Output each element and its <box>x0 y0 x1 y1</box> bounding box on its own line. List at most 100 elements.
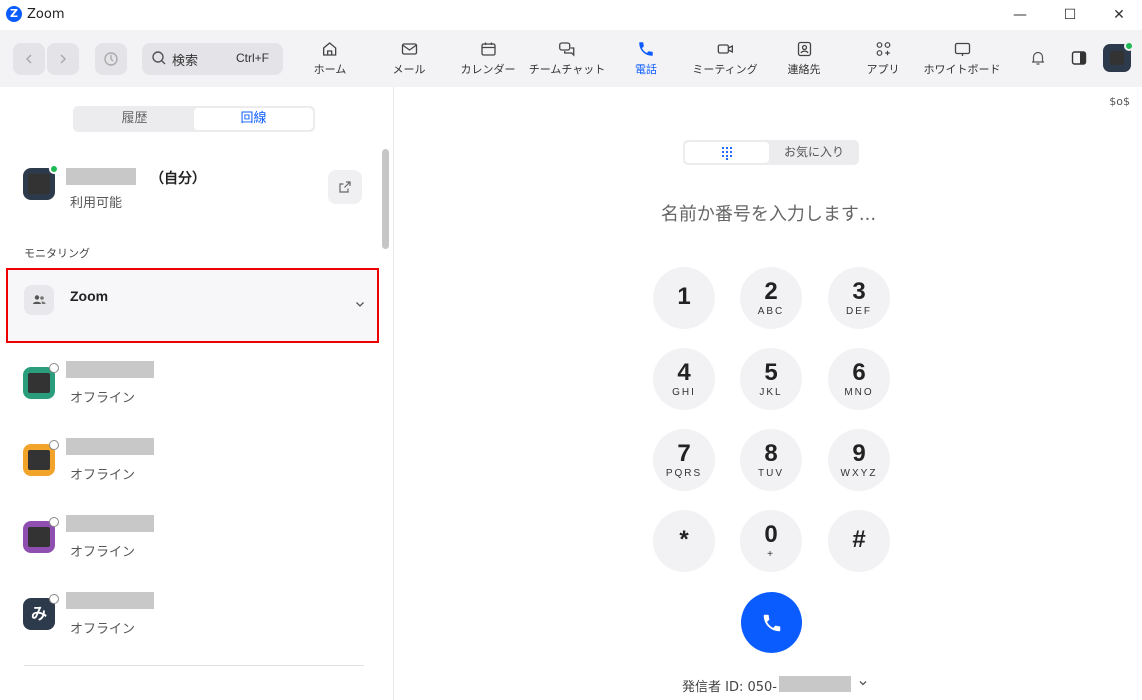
minimize-button[interactable]: — <box>997 0 1043 30</box>
tab-home-label: ホーム <box>313 63 347 76</box>
contact-avatar[interactable]: み <box>23 594 59 630</box>
key-6[interactable]: 6 MNO <box>828 348 890 410</box>
notifications-button[interactable] <box>1024 44 1052 72</box>
contact-avatar[interactable] <box>23 363 59 399</box>
avatar-initial: み <box>30 604 47 623</box>
tab-calendar[interactable]: カレンダー <box>461 38 516 82</box>
available-status-dot <box>49 164 59 174</box>
dialer-panel: $o$ お気に入り 名前か番号を入力します... 1 2 ABC 3 DEF 4 GH… <box>395 87 1142 700</box>
tab-whiteboard-label: ホワイトボード <box>923 63 1001 76</box>
redacted-name <box>66 438 154 455</box>
contact-status: オフライン <box>70 545 136 560</box>
chevron-left-icon <box>25 54 32 64</box>
back-button[interactable] <box>13 43 45 75</box>
key-2[interactable]: 2 ABC <box>740 267 802 329</box>
history-icon <box>104 52 118 66</box>
external-link-icon <box>339 181 351 193</box>
key-0[interactable]: 0 + <box>740 510 802 572</box>
redacted-caller-number <box>779 676 851 692</box>
key-3[interactable]: 3 DEF <box>828 267 890 329</box>
phone-icon <box>763 614 780 631</box>
chevron-right-icon <box>60 54 67 64</box>
offline-status-dot <box>49 440 59 450</box>
offline-status-dot <box>49 517 59 527</box>
settings-badge-icon[interactable]: $o$ <box>1109 95 1130 108</box>
key-hash[interactable]: # <box>828 510 890 572</box>
key-5[interactable]: 5 JKL <box>740 348 802 410</box>
key-star[interactable]: * <box>653 510 715 572</box>
mail-icon <box>401 43 417 55</box>
tab-mail-label: メール <box>392 63 426 76</box>
tab-favorites[interactable]: お気に入り <box>771 142 857 163</box>
bell-icon <box>1032 51 1044 65</box>
side-panel-button[interactable] <box>1065 44 1093 72</box>
video-icon <box>717 44 733 54</box>
group-zoom-row[interactable]: Zoom <box>6 268 379 343</box>
tab-team-chat[interactable]: チームチャット <box>528 38 606 82</box>
close-button[interactable]: ✕ <box>1096 0 1142 30</box>
zoom-logo-icon: Z <box>6 6 22 22</box>
open-external-button[interactable] <box>328 170 362 204</box>
chevron-down-icon[interactable] <box>354 298 366 310</box>
search-box[interactable]: 検索 Ctrl+F <box>142 43 283 75</box>
offline-status-dot <box>49 363 59 373</box>
key-9[interactable]: 9 WXYZ <box>828 429 890 491</box>
group-name: Zoom <box>70 288 109 304</box>
monitoring-heading: モニタリング <box>24 247 90 260</box>
contact-status: オフライン <box>70 391 136 406</box>
chat-icon <box>559 42 575 57</box>
side-panel-icon <box>1071 51 1087 65</box>
chevron-down-icon[interactable] <box>858 678 868 688</box>
tab-meetings-label: ミーティング <box>692 63 758 76</box>
redacted-name <box>66 361 154 378</box>
lines-panel: 履歴 回線 （自分） 利用可能 モニタリング Zoom オフライン オフライン … <box>0 87 394 700</box>
contact-avatar[interactable] <box>23 440 59 476</box>
search-placeholder: 検索 <box>172 54 199 69</box>
forward-button[interactable] <box>47 43 79 75</box>
key-8[interactable]: 8 TUV <box>740 429 802 491</box>
scrollbar[interactable] <box>382 149 389 249</box>
contacts-icon <box>797 41 811 57</box>
apps-icon <box>876 42 890 56</box>
history-button[interactable] <box>95 43 127 75</box>
tab-keypad[interactable] <box>685 142 769 163</box>
tab-team-chat-label: チームチャット <box>528 63 606 76</box>
tab-apps-label: アプリ <box>866 63 900 76</box>
search-shortcut: Ctrl+F <box>236 51 269 65</box>
window-title: Zoom <box>27 7 65 22</box>
list-divider <box>24 665 364 666</box>
contact-status: オフライン <box>70 622 136 637</box>
tab-apps[interactable]: アプリ <box>867 38 900 82</box>
search-icon <box>152 51 166 65</box>
key-4[interactable]: 4 GHI <box>653 348 715 410</box>
panel-segment-control: 履歴 回線 <box>73 106 315 132</box>
main-toolbar: 検索 Ctrl+F ホーム メール カレンダー チームチャット 電話 ミーティン… <box>0 30 1142 87</box>
maximize-button[interactable]: ☐ <box>1047 0 1093 30</box>
key-1[interactable]: 1 <box>653 267 715 329</box>
keypad-icon <box>721 146 733 160</box>
profile-avatar[interactable] <box>1103 41 1134 72</box>
contact-status: オフライン <box>70 468 136 483</box>
redacted-name <box>66 592 154 609</box>
offline-status-dot <box>49 594 59 604</box>
key-7[interactable]: 7 PQRS <box>653 429 715 491</box>
self-avatar <box>23 164 59 200</box>
call-button[interactable] <box>741 592 802 653</box>
tab-whiteboard[interactable]: ホワイトボード <box>924 38 1001 82</box>
contact-avatar[interactable] <box>23 517 59 553</box>
tab-mail[interactable]: メール <box>393 38 426 82</box>
tab-contacts[interactable]: 連絡先 <box>788 38 821 82</box>
tab-history[interactable]: 履歴 <box>75 108 194 130</box>
tab-lines[interactable]: 回線 <box>194 108 313 130</box>
tab-meetings[interactable]: ミーティング <box>692 38 758 82</box>
tab-phone[interactable]: 電話 <box>635 38 657 82</box>
tab-home[interactable]: ホーム <box>313 38 347 82</box>
home-icon <box>323 42 337 56</box>
redacted-name <box>66 515 154 532</box>
caller-id-label: 発信者 ID: 050- <box>682 680 777 695</box>
number-input[interactable]: 名前か番号を入力します... <box>395 200 1142 226</box>
group-icon <box>24 285 54 315</box>
tab-contacts-label: 連絡先 <box>787 63 821 76</box>
title-bar: Z Zoom — ☐ ✕ <box>0 0 1142 30</box>
whiteboard-icon <box>954 42 970 56</box>
